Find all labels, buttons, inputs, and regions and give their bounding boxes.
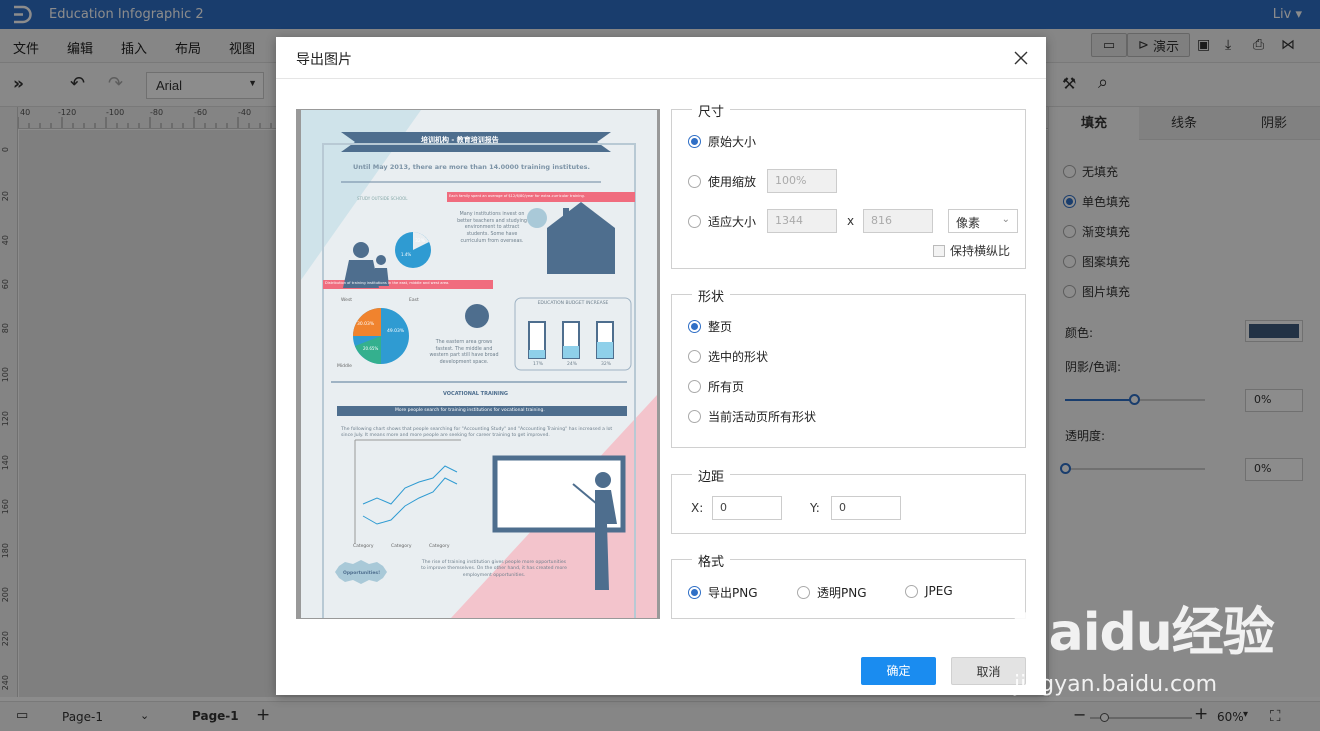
format-option-png[interactable]: 导出PNG [688, 584, 758, 601]
radio-icon [688, 135, 701, 148]
radio-icon [797, 586, 810, 599]
export-image-dialog: 导出图片 培训机构 - 教育培训报告 Until May 2013, there… [276, 37, 1046, 695]
radio-icon [905, 584, 918, 598]
unit-select[interactable]: 像素 ⌄ [948, 209, 1018, 233]
radio-icon [688, 350, 701, 363]
preview-spend-text: Many institutions invest on better teach… [457, 212, 527, 244]
format-option-jpeg[interactable]: JPEG [905, 584, 953, 598]
size-scale-label: 使用缩放 [708, 175, 757, 189]
keep-ratio-checkbox[interactable]: 保持横纵比 [933, 242, 1010, 259]
export-preview: 培训机构 - 教育培训报告 Until May 2013, there are … [296, 109, 660, 619]
preview-middle: Middle [337, 364, 352, 369]
preview-category-1: Category [353, 544, 374, 549]
shape-option-label: 当前活动页所有形状 [708, 410, 817, 424]
format-option-label: JPEG [925, 584, 953, 598]
radio-icon [688, 380, 701, 393]
size-fit-option[interactable]: 适应大小 [688, 213, 756, 230]
ok-button[interactable]: 确定 [861, 657, 936, 685]
shape-option-current-page[interactable]: 当前活动页所有形状 [688, 408, 816, 425]
preview-budget-title: EDUCATION BUDGET INCREASE [537, 301, 609, 306]
margin-section: 边距 X: 0 Y: 0 [671, 466, 1026, 534]
preview-banner: 培训机构 - 教育培训报告 [421, 136, 499, 144]
format-section: 格式 导出PNG 透明PNG JPEG [671, 551, 1026, 619]
preview-vocational: VOCATIONAL TRAINING [443, 391, 509, 397]
shape-option-whole-page[interactable]: 整页 [688, 318, 732, 335]
preview-headline: Until May 2013, there are more than 14.0… [353, 163, 590, 171]
size-section: 尺寸 原始大小 使用缩放 100% 适应大小 1344 x 816 像素 ⌄ 保持… [671, 101, 1026, 269]
preview-pct-east: 49.03% [387, 329, 405, 334]
format-section-title: 格式 [692, 551, 731, 570]
margin-x-input[interactable]: 0 [712, 496, 782, 520]
preview-category-2: Category [391, 544, 412, 549]
size-fit-label: 适应大小 [708, 215, 757, 229]
shape-option-label: 选中的形状 [708, 350, 769, 364]
size-section-title: 尺寸 [692, 101, 731, 120]
preview-pie-small: 32% [415, 239, 426, 244]
watermark-brand: Baidu经验 [1010, 603, 1275, 663]
size-original-option[interactable]: 原始大小 [688, 133, 756, 150]
margin-x-label: X: [691, 501, 704, 515]
preview-search-bar: More people search for training institut… [395, 408, 545, 413]
shape-section-title: 形状 [692, 286, 731, 305]
preview-west: West [341, 298, 353, 303]
preview-opportunities: Opportunities! [343, 571, 381, 576]
checkbox-icon [933, 244, 945, 257]
preview-east: East [409, 298, 419, 303]
radio-icon [688, 320, 701, 333]
preview-pct-west: 30.03% [357, 322, 375, 327]
preview-budget-0: 17% [533, 362, 544, 367]
preview-category-3: Category [429, 544, 450, 549]
preview-dist-bar: Distribution of training institutions in… [325, 281, 450, 285]
shape-option-label: 整页 [708, 320, 733, 334]
infographic-page: 培训机构 - 教育培训报告 Until May 2013, there are … [301, 110, 657, 618]
preview-chart-text: The following chart shows that people se… [341, 427, 613, 439]
close-icon[interactable] [1014, 51, 1028, 65]
preview-study-label: STUDY OUTSIDE SCHOOL [357, 196, 408, 201]
scale-input[interactable]: 100% [767, 169, 837, 193]
margin-y-label: Y: [810, 501, 820, 515]
format-option-transparent-png[interactable]: 透明PNG [797, 584, 867, 601]
preview-spend-bar: Each family spent an average of $12/6/80… [449, 194, 585, 198]
preview-bottom-text: The rise of training institution gives p… [421, 560, 567, 578]
dialog-title: 导出图片 [296, 52, 352, 68]
format-option-label: 导出PNG [708, 586, 758, 600]
chevron-down-icon: ⌄ [1001, 214, 1010, 225]
times-label: x [847, 214, 855, 228]
preview-pie-small2: 1.4% [401, 252, 412, 257]
format-option-label: 透明PNG [817, 586, 867, 600]
preview-budget-1: 24% [567, 362, 578, 367]
keep-ratio-label: 保持横纵比 [950, 244, 1011, 258]
shape-option-label: 所有页 [708, 380, 745, 394]
preview-budget-2: 32% [601, 362, 612, 367]
margin-y-input[interactable]: 0 [831, 496, 901, 520]
shape-section: 形状 整页 选中的形状 所有页 当前活动页所有形状 [671, 286, 1026, 448]
preview-region-text: The eastern area grows fastest. The midd… [429, 340, 499, 366]
unit-value: 像素 [956, 216, 981, 230]
radio-icon [688, 586, 701, 599]
watermark-url: jingyan.baidu.com [1014, 672, 1218, 697]
size-original-label: 原始大小 [708, 135, 757, 149]
margin-section-title: 边距 [692, 466, 731, 485]
size-scale-option[interactable]: 使用缩放 [688, 173, 756, 190]
radio-icon [688, 215, 701, 228]
shape-option-selected[interactable]: 选中的形状 [688, 348, 768, 365]
radio-icon [688, 175, 701, 188]
radio-icon [688, 410, 701, 423]
shape-option-all-pages[interactable]: 所有页 [688, 378, 744, 395]
preview-pct-mid: 20.65% [363, 346, 379, 351]
height-input[interactable]: 816 [863, 209, 933, 233]
width-input[interactable]: 1344 [767, 209, 837, 233]
